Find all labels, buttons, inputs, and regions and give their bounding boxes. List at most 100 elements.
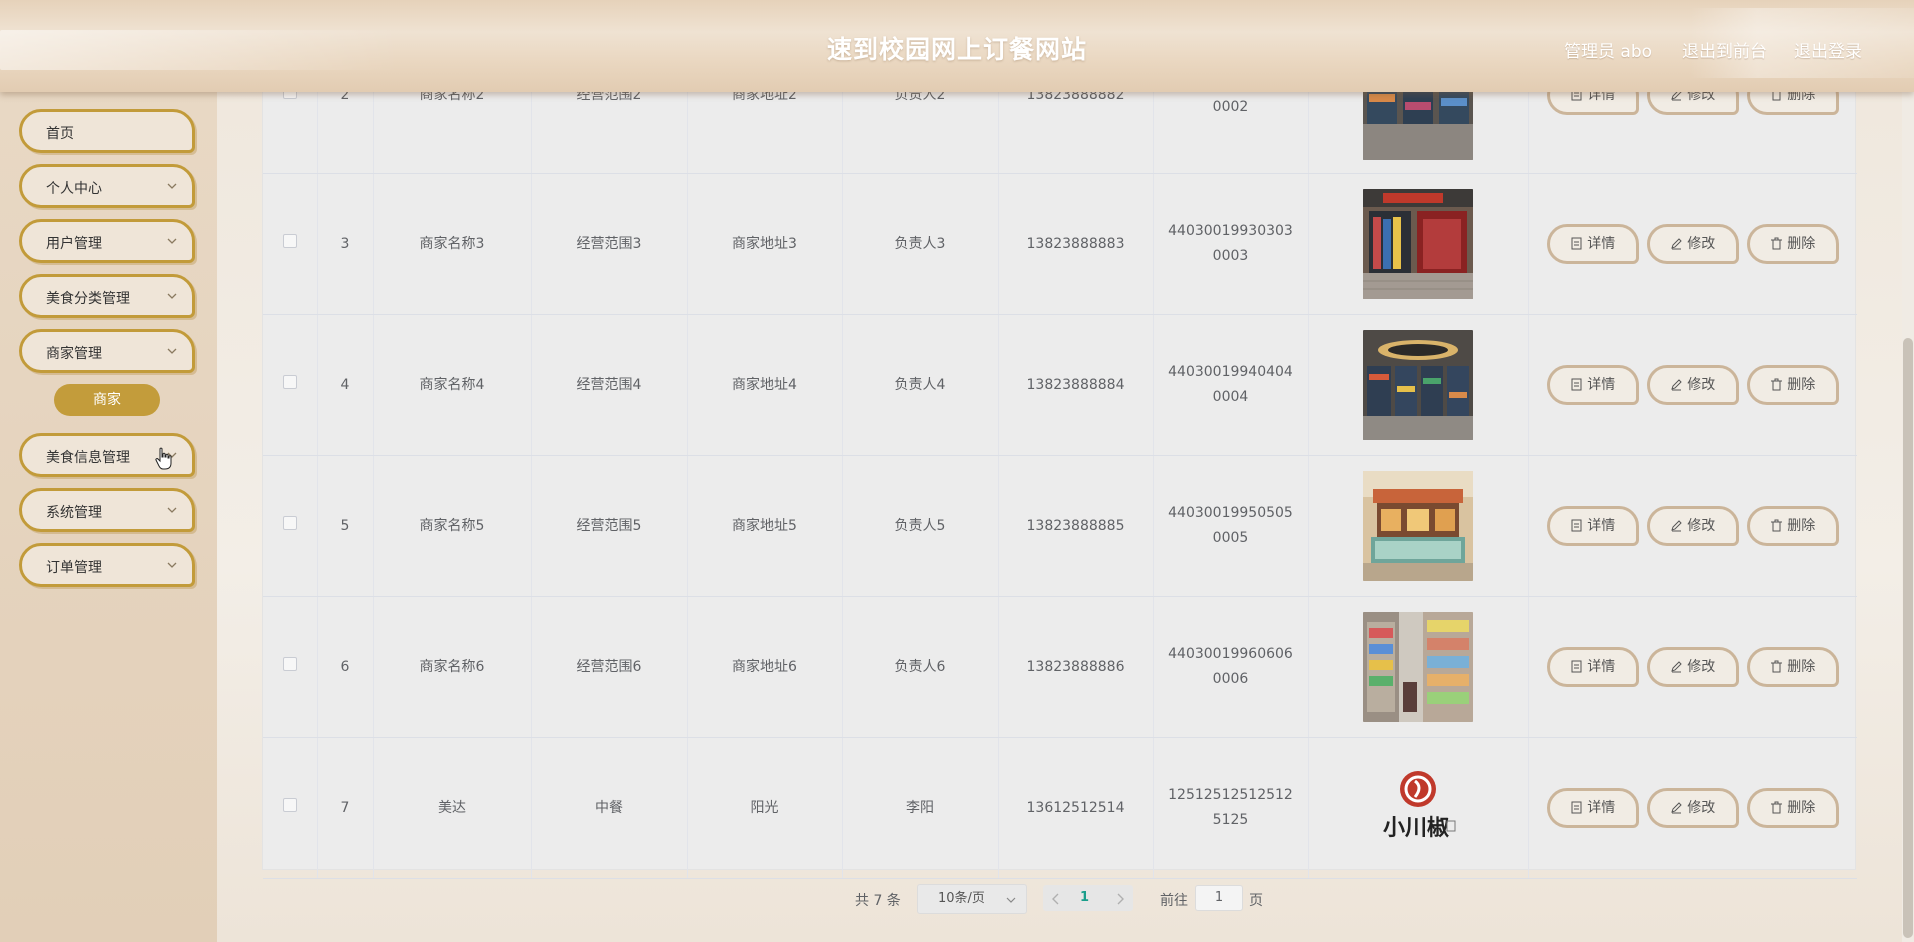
sidebar-item-system[interactable]: 系统管理 (19, 488, 195, 532)
owner-name: 负责人6 (842, 596, 999, 738)
sidebar-item-label: 订单管理 (46, 560, 102, 576)
chevron-down-icon (167, 507, 177, 513)
logout-link[interactable]: 退出登录 (1794, 37, 1862, 62)
detail-button[interactable]: 详情 (1546, 224, 1639, 264)
detail-button[interactable]: 详情 (1546, 788, 1639, 828)
sidebar-item-food-category[interactable]: 美食分类管理 (19, 274, 195, 318)
id-number-a: 44030019940404 (1168, 364, 1293, 380)
chevron-up-icon (167, 348, 177, 354)
owner-name: 负责人3 (842, 173, 999, 315)
goto-label: 前往 (1160, 893, 1188, 909)
row-index: 6 (317, 596, 374, 738)
admin-user-label[interactable]: 管理员 abo (1564, 37, 1652, 62)
id-number-b: 0006 (1212, 671, 1249, 687)
trash-icon (1771, 519, 1783, 532)
delete-button[interactable]: 删除 (1746, 224, 1839, 264)
phone-number: 13612512514 (998, 737, 1154, 879)
row-checkbox[interactable] (282, 515, 297, 530)
row-checkbox[interactable] (282, 374, 297, 389)
table-row: 4 商家名称4 经营范围4 商家地址4 负责人4 13823888884 440… (263, 314, 1857, 456)
sidebar-item-users[interactable]: 用户管理 (19, 219, 195, 263)
row-checkbox[interactable] (282, 797, 297, 812)
row-checkbox[interactable] (282, 233, 297, 248)
row-index: 4 (317, 314, 374, 456)
edit-button[interactable]: 修改 (1646, 647, 1739, 687)
edit-icon (1671, 661, 1682, 673)
document-icon (1571, 237, 1582, 250)
detail-button[interactable]: 详情 (1546, 365, 1639, 405)
edit-button[interactable]: 修改 (1646, 365, 1739, 405)
merchant-name: 商家名称5 (373, 455, 532, 597)
merchant-image[interactable] (1363, 612, 1473, 722)
document-icon (1571, 378, 1582, 391)
edit-button[interactable]: 修改 (1646, 506, 1739, 546)
scrollbar-thumb[interactable] (1903, 338, 1913, 938)
current-page-number[interactable]: 1 (1080, 890, 1089, 905)
sidebar-subitem-merchant[interactable]: 商家 (54, 384, 160, 416)
page-unit-label: 页 (1249, 893, 1263, 909)
id-number-b: 0002 (1212, 98, 1249, 115)
trash-icon (1771, 237, 1783, 250)
edit-button[interactable]: 修改 (1646, 788, 1739, 828)
document-icon (1571, 801, 1582, 814)
edit-button[interactable]: 修改 (1646, 224, 1739, 264)
detail-button[interactable]: 详情 (1546, 647, 1639, 687)
table-row: 7 美达 中餐 阳光 李阳 13612512514 12512512512512… (263, 737, 1857, 879)
chevron-down-icon (167, 293, 177, 299)
chevron-down-icon (1006, 897, 1016, 903)
delete-button[interactable]: 删除 (1746, 365, 1839, 405)
goto-page-input[interactable]: 1 (1195, 885, 1243, 911)
merchant-image[interactable] (1363, 189, 1473, 299)
id-number-b: 0003 (1212, 248, 1249, 264)
chevron-down-icon (167, 238, 177, 244)
delete-button[interactable]: 删除 (1746, 506, 1839, 546)
sidebar-item-label: 美食分类管理 (46, 291, 130, 307)
sidebar-item-label: 首页 (46, 126, 74, 142)
delete-button[interactable]: 删除 (1746, 788, 1839, 828)
merchant-name: 商家名称4 (373, 314, 532, 456)
document-icon (1571, 519, 1582, 532)
back-to-front-link[interactable]: 退出到前台 (1682, 37, 1767, 62)
row-checkbox[interactable] (282, 656, 297, 671)
edit-icon (1671, 520, 1682, 532)
next-page-icon[interactable] (1107, 886, 1133, 912)
phone-number: 13823888884 (998, 314, 1154, 456)
chevron-down-icon (167, 562, 177, 568)
merchant-address: 阳光 (687, 737, 843, 879)
owner-name: 李阳 (842, 737, 999, 879)
id-number-b: 5125 (1212, 812, 1249, 828)
merchant-address: 商家地址5 (687, 455, 843, 597)
prev-page-icon[interactable] (1043, 886, 1069, 912)
hand-cursor-icon (155, 447, 172, 470)
sidebar-item-profile[interactable]: 个人中心 (19, 164, 195, 208)
business-scope: 经营范围4 (531, 314, 688, 456)
business-scope: 经营范围6 (531, 596, 688, 738)
trash-icon (1771, 660, 1783, 673)
sidebar-item-home[interactable]: 首页 (19, 109, 195, 153)
row-index: 3 (317, 173, 374, 315)
row-index: 5 (317, 455, 374, 597)
merchant-address: 商家地址3 (687, 173, 843, 315)
merchant-table: 2 商家名称2 经营范围2 商家地址2 负责人2 13823888882 000… (262, 50, 1857, 879)
sidebar-item-orders[interactable]: 订单管理 (19, 543, 195, 587)
pagination: 共 7 条 10条/页 1 前往 1 页 (0, 884, 1914, 914)
edit-icon (1671, 238, 1682, 250)
top-header: 速到校园网上订餐网站 管理员 abo 退出到前台 退出登录 (0, 0, 1914, 92)
delete-button[interactable]: 删除 (1746, 647, 1839, 687)
trash-icon (1771, 801, 1783, 814)
sidebar-item-label: 美食信息管理 (46, 450, 130, 466)
logo-text: 小川椒 (1383, 815, 1449, 841)
business-scope: 中餐 (531, 737, 688, 879)
page-size-select[interactable]: 10条/页 (917, 884, 1027, 914)
sidebar-item-merchants[interactable]: 商家管理 (19, 329, 195, 373)
id-number-a: 12512512512512 (1168, 787, 1293, 803)
merchant-name: 商家名称3 (373, 173, 532, 315)
table-row: 3 商家名称3 经营范围3 商家地址3 负责人3 13823888883 440… (263, 173, 1857, 315)
detail-button[interactable]: 详情 (1546, 506, 1639, 546)
merchant-logo-image[interactable]: 小川椒 (1363, 753, 1473, 863)
edit-icon (1671, 379, 1682, 391)
merchant-image[interactable] (1363, 330, 1473, 440)
merchant-image[interactable] (1363, 471, 1473, 581)
merchant-address: 商家地址4 (687, 314, 843, 456)
phone-number: 13823888883 (998, 173, 1154, 315)
